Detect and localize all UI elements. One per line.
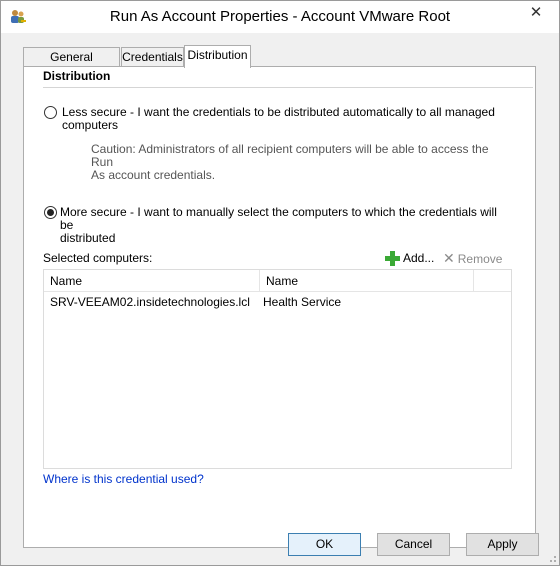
caution-line: As account credentials. [91, 168, 216, 182]
selected-computers-table[interactable]: Name Name SRV-VEEAM02.insidetechnologies… [43, 269, 512, 469]
remove-button[interactable]: ✕ Remove [443, 251, 502, 269]
column-header-name-2[interactable]: Name [260, 270, 474, 292]
add-button[interactable]: Add... [385, 251, 434, 269]
radio-more-secure[interactable] [44, 206, 57, 219]
label-line: distributed [60, 231, 116, 245]
tab-distribution[interactable]: Distribution [184, 45, 251, 68]
section-title: Distribution [43, 69, 111, 83]
caution-line: Caution: Administrators of all recipient… [91, 142, 489, 169]
label-line: computers [62, 118, 119, 132]
window-title: Run As Account Properties - Account VMwa… [109, 8, 451, 25]
radio-less-secure[interactable] [44, 106, 57, 119]
label-line: Less secure - I want the credentials to … [62, 105, 495, 119]
dialog-client: General Properties Credentials Distribut… [1, 33, 559, 565]
cancel-button[interactable]: Cancel [377, 533, 450, 556]
resize-grip-icon[interactable] [547, 553, 557, 563]
radio-more-secure-label[interactable]: More secure - I want to manually select … [60, 206, 500, 245]
label-line: More secure - I want to manually select … [60, 205, 497, 232]
dialog-window: Run As Account Properties - Account VMwa… [0, 0, 560, 566]
ok-button[interactable]: OK [288, 533, 361, 556]
x-icon: ✕ [443, 250, 455, 266]
selected-computers-label: Selected computers: [43, 251, 153, 265]
tab-credentials[interactable]: Credentials [121, 47, 184, 67]
cell-service-name: Health Service [263, 295, 342, 309]
help-link[interactable]: Where is this credential used? [43, 472, 204, 486]
apply-button[interactable]: Apply [466, 533, 539, 556]
title-bar: Run As Account Properties - Account VMwa… [1, 1, 559, 33]
column-header-name[interactable]: Name [44, 270, 260, 292]
close-button[interactable]: ✕ [521, 2, 551, 24]
caution-text: Caution: Administrators of all recipient… [91, 143, 501, 182]
remove-label: Remove [457, 252, 503, 266]
tab-label: Distribution [187, 48, 248, 62]
tab-label: Credentials [122, 50, 183, 64]
close-icon: ✕ [529, 4, 543, 21]
green-plus-icon [385, 251, 400, 267]
section-divider [43, 87, 533, 88]
tab-general-properties[interactable]: General Properties [23, 47, 120, 82]
cell-computer-name: SRV-VEEAM02.insidetechnologies.lcl [50, 295, 250, 309]
table-header: Name Name [44, 270, 511, 292]
add-label: Add... [403, 251, 435, 265]
table-row[interactable]: SRV-VEEAM02.insidetechnologies.lcl Healt… [44, 292, 511, 312]
radio-less-secure-label[interactable]: Less secure - I want the credentials to … [62, 106, 502, 132]
